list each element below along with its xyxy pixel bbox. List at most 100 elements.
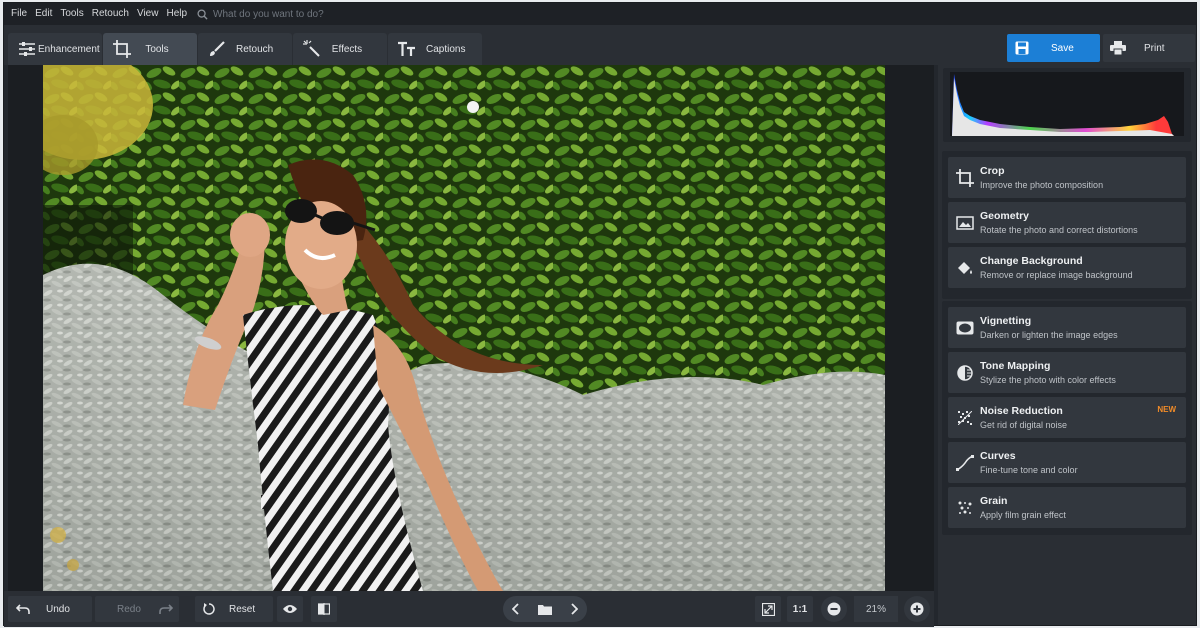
noise-icon: [956, 409, 974, 427]
zoom-level[interactable]: 21%: [854, 596, 898, 622]
search-placeholder: What do you want to do?: [213, 8, 324, 20]
search-box[interactable]: What do you want to do?: [197, 9, 324, 20]
tool-title: Vignetting: [980, 315, 1032, 327]
magic-wand-icon: [303, 40, 321, 58]
bottom-bar: Undo Redo Reset 1:1 21%: [4, 591, 934, 627]
fit-screen-icon: [761, 602, 775, 616]
tool-subtitle: Get rid of digital noise: [980, 420, 1068, 430]
floppy-icon: [1015, 41, 1029, 55]
tool-title: Change Background: [980, 255, 1083, 267]
tool-subtitle: Apply film grain effect: [980, 510, 1066, 520]
reset-icon: [203, 603, 215, 615]
tab-captions[interactable]: Captions: [388, 33, 482, 65]
tool-title: Grain: [980, 495, 1008, 507]
main-toolbar: Enhancement Tools Retouch Effects Captio…: [4, 25, 1196, 65]
print-label: Print: [1144, 42, 1165, 54]
brush-icon: [208, 40, 226, 58]
compare-button[interactable]: [311, 596, 337, 622]
image-canvas[interactable]: [8, 65, 934, 591]
new-badge: NEW: [1157, 405, 1176, 414]
tool-grain[interactable]: Grain Apply film grain effect: [948, 487, 1186, 528]
tone-icon: [956, 364, 974, 382]
tool-title: Crop: [980, 165, 1005, 177]
tool-geometry[interactable]: Geometry Rotate the photo and correct di…: [948, 202, 1186, 243]
zoom-value: 21%: [865, 603, 886, 615]
printer-icon: [1110, 41, 1126, 55]
geometry-icon: [956, 214, 974, 232]
tools-group-1: Crop Improve the photo composition Geome…: [942, 151, 1192, 299]
crop-icon: [113, 40, 131, 58]
tab-label: Enhancement: [38, 43, 100, 55]
sliders-icon: [18, 40, 36, 58]
tab-retouch[interactable]: Retouch: [198, 33, 292, 65]
search-icon: [197, 8, 208, 20]
zoom-out-icon: [827, 602, 841, 616]
tool-title: Tone Mapping: [980, 360, 1051, 372]
tool-change-background[interactable]: Change Background Remove or replace imag…: [948, 247, 1186, 288]
preview-button[interactable]: [277, 596, 303, 622]
tool-vignetting[interactable]: Vignetting Darken or lighten the image e…: [948, 307, 1186, 348]
reset-label: Reset: [229, 603, 256, 615]
mode-tabs: Enhancement Tools Retouch Effects Captio…: [8, 33, 483, 65]
eye-icon: [283, 605, 297, 613]
tool-subtitle: Fine-tune tone and color: [980, 465, 1078, 475]
folder-icon[interactable]: [538, 604, 552, 615]
tool-noise-reduction[interactable]: Noise Reduction Get rid of digital noise…: [948, 397, 1186, 438]
print-button[interactable]: Print: [1103, 34, 1195, 62]
tool-subtitle: Darken or lighten the image edges: [980, 330, 1118, 340]
menu-file[interactable]: File: [7, 3, 31, 25]
undo-label: Undo: [46, 603, 70, 615]
tool-subtitle: Rotate the photo and correct distortions: [980, 225, 1138, 235]
actual-size-label: 1:1: [792, 603, 808, 615]
histogram: [950, 72, 1184, 136]
menu-edit[interactable]: Edit: [31, 3, 56, 25]
tab-label: Captions: [426, 43, 466, 55]
tool-subtitle: Remove or replace image background: [980, 270, 1133, 280]
tab-label: Tools: [145, 43, 169, 55]
save-label: Save: [1051, 42, 1074, 54]
zoom-in-button[interactable]: [904, 596, 930, 622]
tab-effects[interactable]: Effects: [293, 33, 387, 65]
save-button[interactable]: Save: [1007, 34, 1100, 62]
histogram-panel: [943, 68, 1191, 142]
tools-group-2: Vignetting Darken or lighten the image e…: [942, 301, 1192, 535]
tool-title: Curves: [980, 450, 1016, 462]
menu-tools[interactable]: Tools: [56, 3, 87, 25]
grain-icon: [956, 499, 974, 517]
paint-bucket-icon: [956, 259, 974, 277]
tool-tone-mapping[interactable]: Tone Mapping Stylize the photo with colo…: [948, 352, 1186, 393]
vignette-icon: [956, 319, 974, 337]
tool-subtitle: Stylize the photo with color effects: [980, 375, 1116, 385]
redo-icon: [159, 604, 173, 614]
fit-to-screen-button[interactable]: [755, 596, 781, 622]
next-image-icon[interactable]: [570, 603, 578, 615]
compare-icon: [318, 603, 330, 615]
tool-subtitle: Improve the photo composition: [980, 180, 1104, 190]
menu-retouch[interactable]: Retouch: [88, 3, 133, 25]
app-window: File Edit Tools Retouch View Help What d…: [3, 2, 1197, 627]
tab-enhancement[interactable]: Enhancement: [8, 33, 102, 65]
prev-image-icon[interactable]: [512, 603, 520, 615]
tool-title: Noise Reduction: [980, 405, 1063, 417]
tab-tools[interactable]: Tools: [103, 33, 197, 65]
right-panel: Crop Improve the photo composition Geome…: [938, 65, 1196, 625]
tool-title: Geometry: [980, 210, 1030, 222]
undo-icon: [16, 604, 30, 614]
text-icon: [398, 40, 416, 58]
crop-icon: [956, 169, 974, 187]
tab-label: Retouch: [236, 43, 274, 55]
reset-button[interactable]: Reset: [195, 596, 273, 622]
tab-label: Effects: [331, 43, 363, 55]
zoom-out-button[interactable]: [821, 596, 847, 622]
image-navigation: [503, 596, 587, 622]
undo-button[interactable]: Undo: [8, 596, 92, 622]
curves-icon: [956, 454, 974, 472]
tool-curves[interactable]: Curves Fine-tune tone and color: [948, 442, 1186, 483]
zoom-in-icon: [910, 602, 924, 616]
actual-size-button[interactable]: 1:1: [787, 596, 813, 622]
redo-button[interactable]: Redo: [95, 596, 179, 622]
menu-help[interactable]: Help: [162, 3, 191, 25]
photo[interactable]: [43, 65, 885, 591]
tool-crop[interactable]: Crop Improve the photo composition: [948, 157, 1186, 198]
menu-view[interactable]: View: [133, 3, 163, 25]
